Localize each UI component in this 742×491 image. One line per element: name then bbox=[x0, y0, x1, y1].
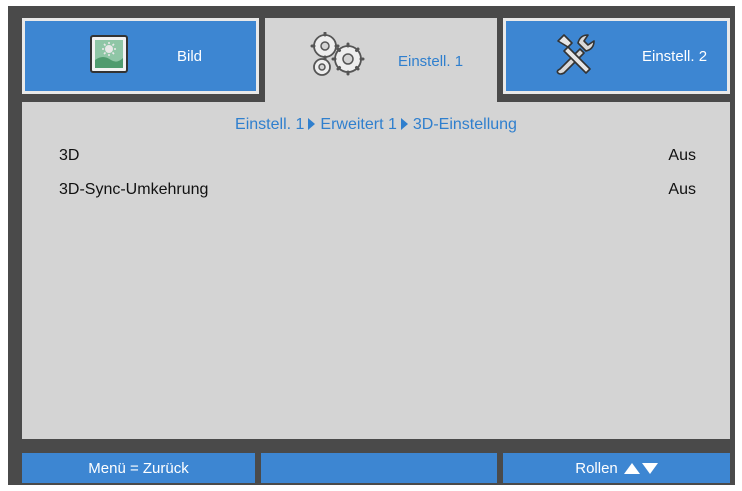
breadcrumb-separator-icon bbox=[400, 118, 408, 130]
osd-menu-frame: Bild Einstell. 1 Einstell. 2 Einstell. 1… bbox=[8, 6, 735, 485]
back-hint-label: Menü = Zurück bbox=[88, 459, 189, 477]
setting-value: Aus bbox=[668, 181, 696, 198]
breadcrumb-item: Erweitert 1 bbox=[320, 116, 397, 133]
breadcrumb-item: 3D-Einstellung bbox=[412, 116, 517, 133]
setting-value: Aus bbox=[668, 147, 696, 164]
setting-name: 3D-Sync-Umkehrung bbox=[59, 181, 209, 198]
setting-row-3d-sync-umkehrung[interactable]: 3D-Sync-Umkehrung Aus bbox=[59, 181, 696, 205]
gears-icon bbox=[308, 31, 368, 83]
breadcrumb: Einstell. 1 Erweitert 1 3D-Einstellung bbox=[22, 116, 730, 134]
breadcrumb-separator-icon bbox=[308, 118, 316, 130]
scroll-hint-label: Rollen bbox=[575, 459, 618, 477]
picture-icon bbox=[89, 34, 129, 79]
tab-einstell-1[interactable]: Einstell. 1 bbox=[265, 18, 497, 104]
tab-label: Einstell. 1 bbox=[398, 52, 464, 70]
tab-label: Bild bbox=[177, 47, 203, 65]
arrow-up-icon bbox=[623, 462, 640, 474]
footer-scroll-hint: Rollen bbox=[503, 453, 730, 483]
tools-icon bbox=[550, 31, 598, 84]
tab-bild[interactable]: Bild bbox=[22, 18, 259, 94]
breadcrumb-item: Einstell. 1 bbox=[235, 116, 305, 133]
footer-back-hint: Menü = Zurück bbox=[22, 453, 255, 483]
footer-middle bbox=[261, 453, 497, 483]
setting-name: 3D bbox=[59, 147, 80, 164]
tab-einstell-2[interactable]: Einstell. 2 bbox=[503, 18, 730, 94]
arrow-down-icon bbox=[641, 462, 658, 474]
settings-panel: Einstell. 1 Erweitert 1 3D-Einstellung 3D … bbox=[22, 102, 730, 439]
setting-row-3d[interactable]: 3D Aus bbox=[59, 147, 696, 171]
tab-label: Einstell. 2 bbox=[642, 47, 708, 65]
